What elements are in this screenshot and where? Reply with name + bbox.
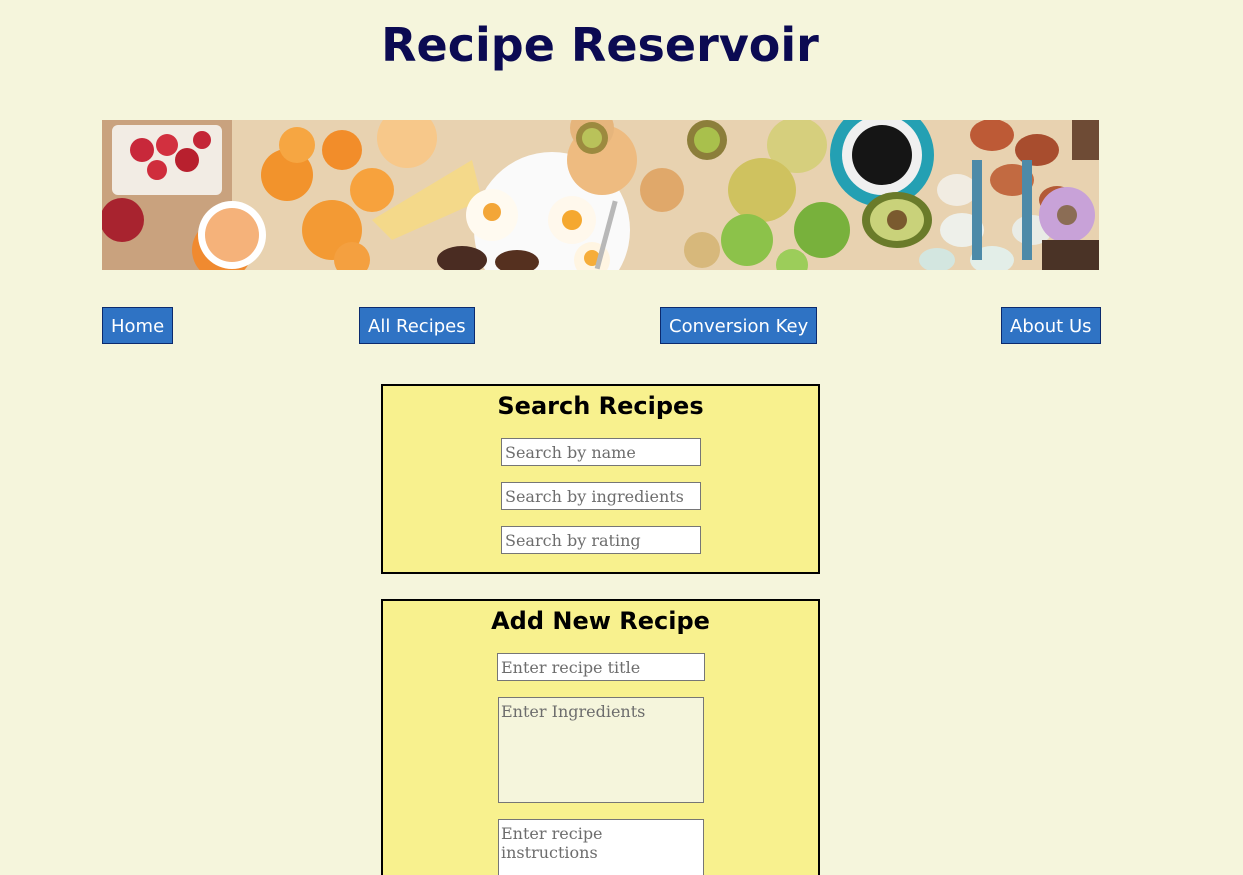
nav-conversion-key-button[interactable]: Conversion Key xyxy=(660,307,818,344)
search-by-rating-input[interactable] xyxy=(501,526,701,554)
site-title: Recipe Reservoir xyxy=(381,18,819,72)
add-new-recipe-title: Add New Recipe xyxy=(491,607,710,635)
food-banner-image xyxy=(102,120,1099,270)
search-recipes-panel: Search Recipes xyxy=(381,384,820,574)
search-by-name-input[interactable] xyxy=(501,438,701,466)
nav-about-us-button[interactable]: About Us xyxy=(1001,307,1101,344)
ingredients-textarea[interactable] xyxy=(498,697,704,803)
nav-all-recipes-button[interactable]: All Recipes xyxy=(359,307,475,344)
nav-home-button[interactable]: Home xyxy=(102,307,174,344)
recipe-title-input[interactable] xyxy=(497,653,705,681)
add-new-recipe-panel: Add New Recipe xyxy=(381,599,820,875)
instructions-textarea[interactable] xyxy=(498,819,704,875)
search-by-ingredients-input[interactable] xyxy=(501,482,701,510)
search-recipes-title: Search Recipes xyxy=(497,392,704,420)
